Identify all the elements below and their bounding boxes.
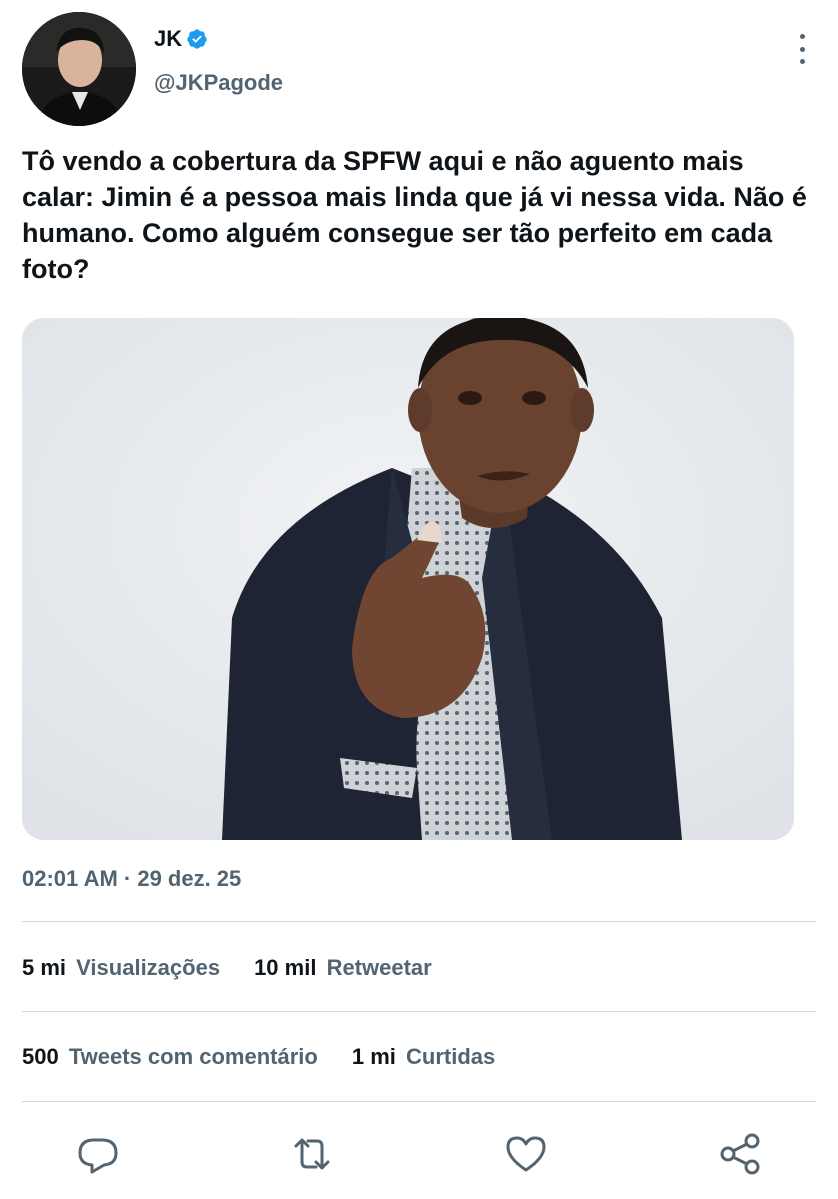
likes-count: 1 mi: [351, 1044, 396, 1069]
likes-label: Curtidas: [406, 1044, 496, 1069]
views-stat[interactable]: 5 mi Visualizações: [22, 955, 220, 981]
more-dot: [799, 59, 805, 64]
divider: [22, 1101, 816, 1102]
verified-badge-icon: [187, 29, 207, 49]
display-name[interactable]: JK: [154, 26, 182, 52]
quotes-count: 500: [22, 1044, 59, 1069]
heart-icon[interactable]: [502, 1130, 550, 1178]
author-names: JK @JKPagode: [154, 26, 283, 96]
quotes-label: Tweets com comentário: [68, 1044, 318, 1069]
retweets-label: Retweetar: [326, 955, 432, 980]
stats-row-top: 5 mi Visualizações 10 mil Retweetar: [22, 955, 432, 981]
avatar-image: [22, 12, 136, 126]
handle[interactable]: @JKPagode: [154, 70, 283, 96]
reply-icon[interactable]: [74, 1130, 122, 1178]
retweets-count: 10 mil: [254, 955, 317, 980]
tweet-text: Tô vendo a cobertura da SPFW aqui e não …: [22, 146, 807, 284]
quotes-stat[interactable]: 500 Tweets com comentário: [22, 1044, 318, 1070]
tweet-photo[interactable]: [22, 318, 794, 840]
more-options-icon[interactable]: [794, 34, 810, 64]
action-bar: [0, 1124, 838, 1184]
tweet-timestamp[interactable]: 02:01 AM · 29 dez. 25: [22, 866, 241, 892]
stats-row-bottom: 500 Tweets com comentário 1 mi Curtidas: [22, 1044, 495, 1070]
retweets-stat[interactable]: 10 mil Retweetar: [254, 955, 432, 981]
divider: [22, 1011, 816, 1012]
retweet-icon[interactable]: [288, 1130, 336, 1178]
photo-man-in-suit: [22, 318, 794, 840]
views-count: 5 mi: [22, 955, 67, 980]
more-dot: [799, 46, 805, 52]
divider: [22, 921, 816, 922]
more-dot: [799, 34, 805, 39]
share-icon[interactable]: [716, 1130, 764, 1178]
tweet: JK @JKPagode Tô vendo a cobertura da SPF…: [0, 0, 838, 1199]
display-name-row[interactable]: JK: [154, 26, 283, 52]
views-label: Visualizações: [76, 955, 221, 980]
tweet-header: JK @JKPagode: [22, 12, 816, 128]
avatar[interactable]: [22, 12, 136, 126]
likes-stat[interactable]: 1 mi Curtidas: [352, 1044, 495, 1070]
